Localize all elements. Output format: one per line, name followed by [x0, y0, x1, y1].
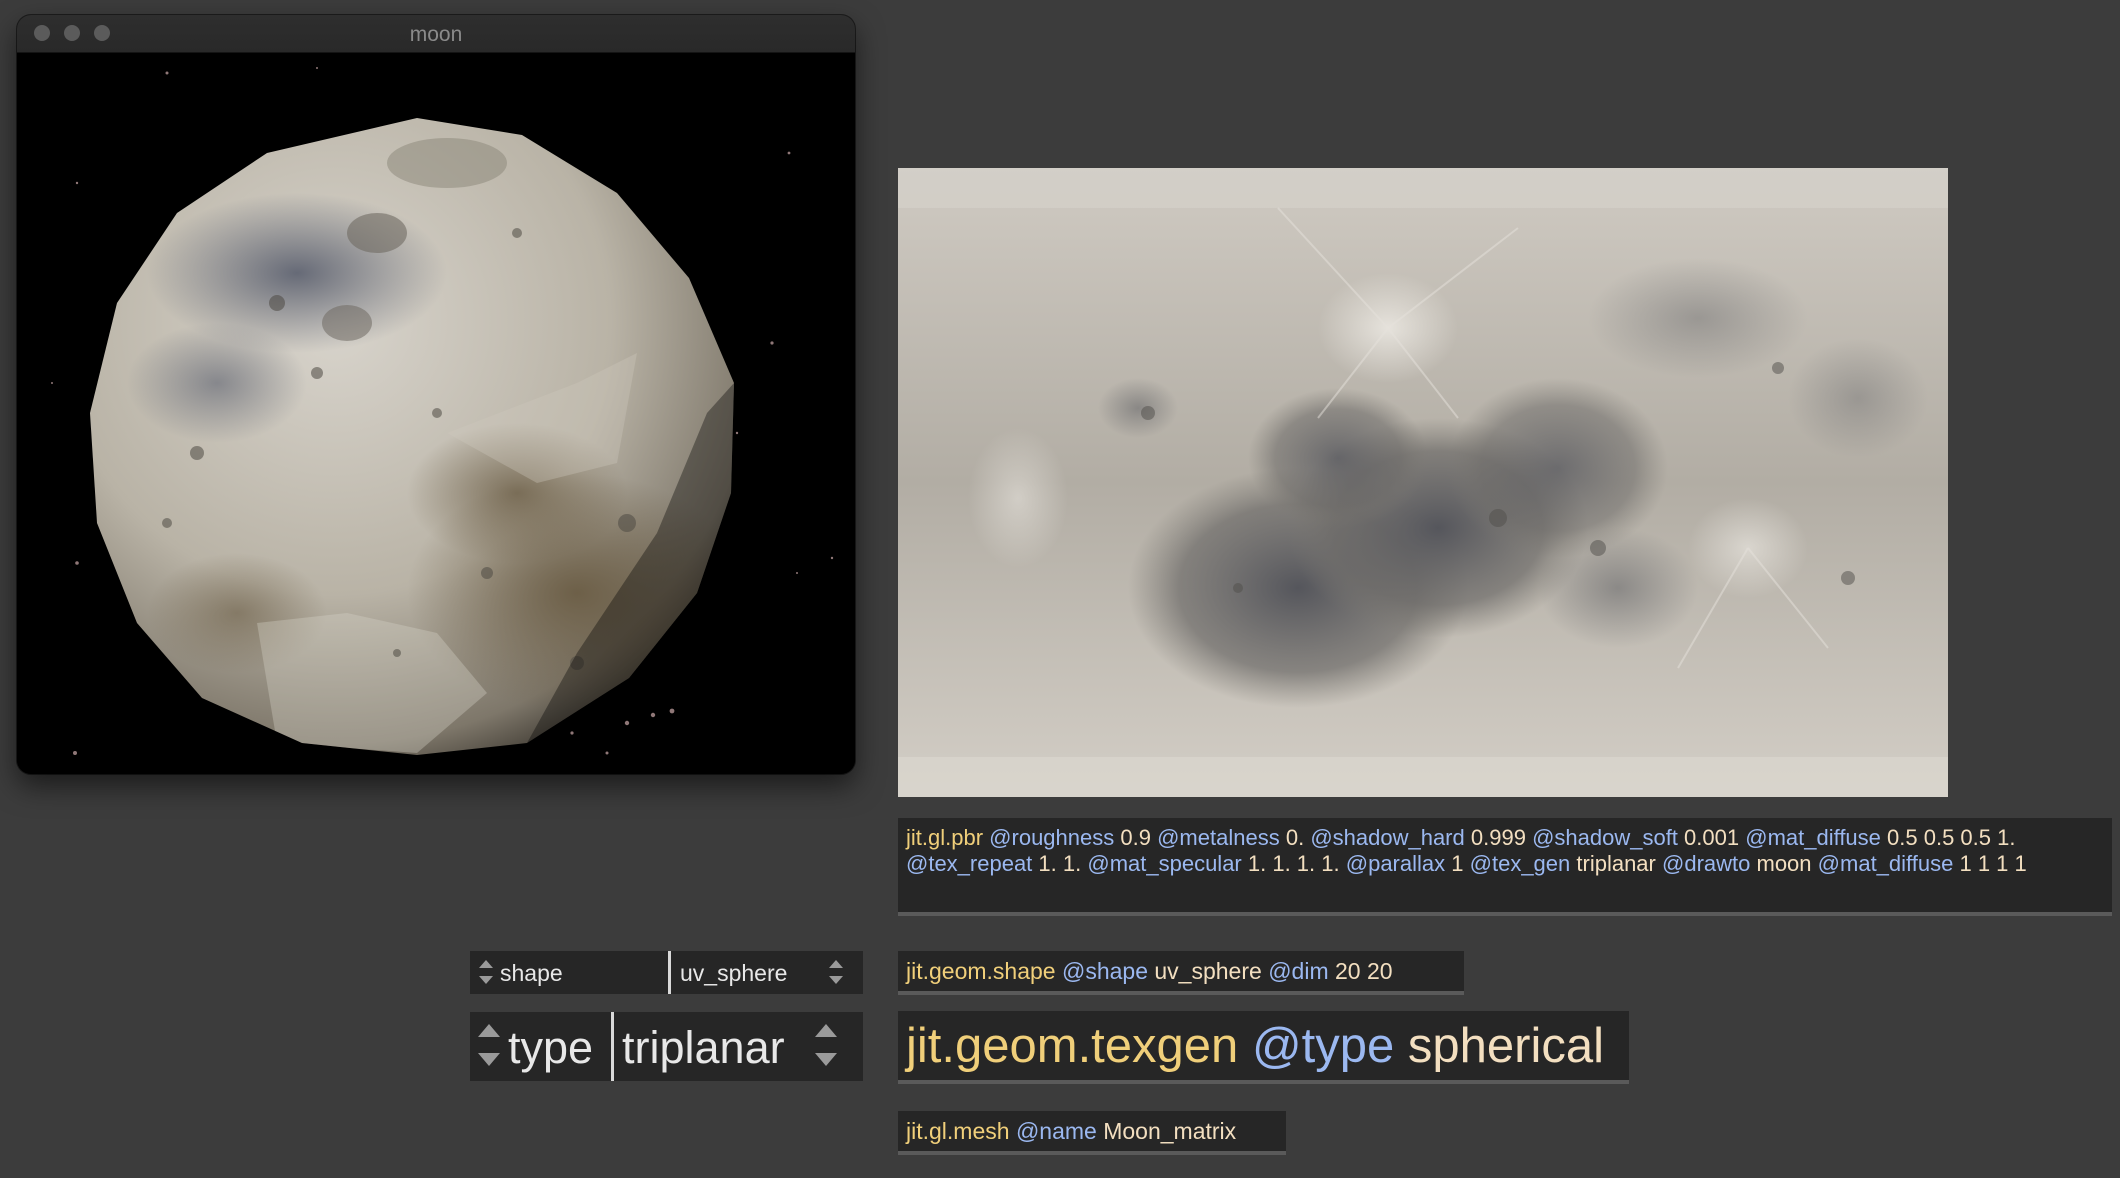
- attr-value: 1. 1.: [1038, 851, 1082, 876]
- attr-value: 0.5 0.5 0.5 1.: [1887, 825, 2016, 850]
- jit-geom-texgen-object[interactable]: jit.geom.texgen @type spherical: [898, 1011, 1629, 1084]
- render-window[interactable]: moon: [17, 15, 855, 774]
- moon-render: [51, 67, 834, 755]
- object-class: jit.gl.pbr: [906, 825, 984, 850]
- attr-name: @tex_gen: [1469, 851, 1571, 876]
- attr-name: @roughness: [989, 825, 1115, 850]
- attr-value: spherical: [1407, 1019, 1605, 1073]
- attr-value: 0.9: [1120, 825, 1151, 850]
- attrui-left-arrows-icon: [476, 951, 496, 994]
- attr-name: @mat_diffuse: [1745, 825, 1881, 850]
- attr-name: @mat_specular: [1087, 851, 1242, 876]
- attr-name: @metalness: [1157, 825, 1280, 850]
- attr-name: @parallax: [1345, 851, 1446, 876]
- attr-value: moon: [1756, 851, 1812, 876]
- attr-value: 20 20: [1335, 958, 1393, 984]
- jit-geom-shape-object[interactable]: jit.geom.shape @shape uv_sphere @dim 20 …: [898, 951, 1464, 995]
- attrui-divider: [611, 1012, 614, 1081]
- attr-name: @mat_diffuse: [1817, 851, 1954, 876]
- attrui-attribute-value[interactable]: triplanar: [622, 1022, 785, 1074]
- attr-name: @type: [1251, 1019, 1395, 1073]
- attrui-type[interactable]: type triplanar: [470, 1012, 863, 1081]
- gl-viewport[interactable]: [17, 53, 855, 774]
- attr-name: @drawto: [1662, 851, 1751, 876]
- attrui-shape[interactable]: shape uv_sphere: [470, 951, 863, 994]
- attr-value: 0.001: [1684, 825, 1740, 850]
- attr-name: @dim: [1268, 958, 1329, 984]
- attr-value: 0.999: [1470, 825, 1526, 850]
- attr-name: @shape: [1061, 958, 1148, 984]
- attr-value: 1 1 1 1: [1959, 851, 2027, 876]
- attr-name: @tex_repeat: [906, 851, 1033, 876]
- texture-preview: [898, 168, 1948, 797]
- attrui-value-arrows-icon[interactable]: [829, 951, 849, 994]
- window-title: moon: [409, 23, 463, 46]
- object-class: jit.geom.shape: [906, 958, 1056, 984]
- attr-value: 1. 1. 1. 1.: [1247, 851, 1340, 876]
- attr-name: @shadow_hard: [1310, 825, 1465, 850]
- object-class: jit.geom.texgen: [906, 1019, 1239, 1073]
- attrui-value-arrows-icon[interactable]: [815, 1012, 837, 1081]
- attr-value: 0.: [1285, 825, 1305, 850]
- attr-value: Moon_matrix: [1103, 1118, 1237, 1144]
- jit-gl-mesh-object[interactable]: jit.gl.mesh @name Moon_matrix: [898, 1111, 1286, 1155]
- object-class: jit.gl.mesh: [906, 1118, 1010, 1144]
- window-titlebar[interactable]: moon: [17, 15, 855, 53]
- attrui-attribute-name[interactable]: type: [508, 1022, 593, 1074]
- attr-name: @name: [1015, 1118, 1097, 1144]
- jit-gl-pbr-object[interactable]: jit.gl.pbr @roughness 0.9 @metalness 0. …: [898, 818, 2112, 916]
- attrui-divider: [668, 951, 671, 994]
- attrui-attribute-value[interactable]: uv_sphere: [680, 960, 787, 987]
- attr-value: triplanar: [1576, 851, 1656, 876]
- attrui-attribute-name[interactable]: shape: [500, 960, 563, 987]
- moon-texture-map: [898, 168, 1948, 797]
- attr-name: @shadow_soft: [1532, 825, 1678, 850]
- attr-value: 1: [1451, 851, 1464, 876]
- attr-value: uv_sphere: [1154, 958, 1262, 984]
- attrui-left-arrows-icon: [476, 1012, 500, 1081]
